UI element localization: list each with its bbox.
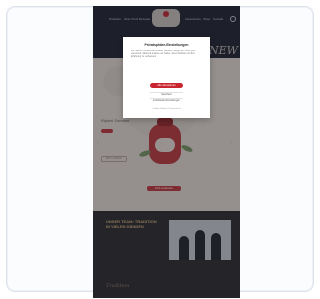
save-settings-button[interactable]: Speichern xyxy=(150,92,183,97)
cookie-dialog-text: Wir nutzen Cookies auf unserer Website. … xyxy=(131,50,196,58)
accept-all-button[interactable]: Alle akzeptieren xyxy=(150,83,183,88)
cookie-footer-links[interactable]: Cookie-Details | Datenschutz xyxy=(131,108,202,110)
cookie-dialog-title: Privatsphäre-Einstellungen xyxy=(144,43,189,47)
individual-settings-button[interactable]: Individuelle Einstellungen xyxy=(150,98,183,103)
cookie-consent-dialog: Privatsphäre-Einstellungen Wir nutzen Co… xyxy=(123,37,210,118)
